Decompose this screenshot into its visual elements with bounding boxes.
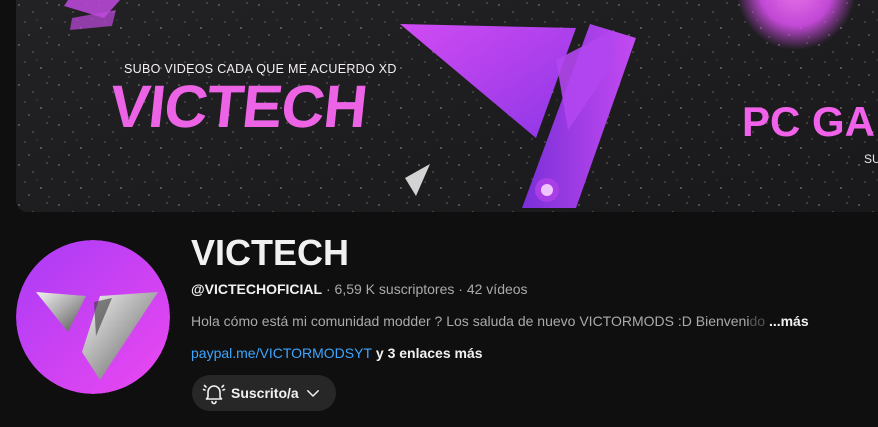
banner-logo-text: VICTECH [106, 73, 370, 140]
video-count: 42 vídeos [466, 281, 528, 297]
meta-separator: · [454, 281, 467, 297]
channel-links: paypal.me/VICTORMODSYT y 3 enlaces más [191, 345, 483, 361]
description-text: Hola cómo está mi comunidad modder ? Los… [191, 313, 750, 329]
description-fade: do [749, 313, 766, 329]
chevron-down-icon [304, 384, 322, 407]
channel-banner: SUBO VIDEOS CADA QUE ME ACUERDO XD VICTE… [16, 0, 878, 212]
channel-handle: @VICTECHOFICIAL [191, 281, 323, 297]
subscribed-label: Suscrito/a [231, 385, 299, 401]
paypal-link[interactable]: paypal.me/VICTORMODSYT [191, 345, 372, 361]
subscriber-count: 6,59 K suscriptores [334, 281, 455, 297]
description-more-button[interactable]: ...más [769, 313, 809, 329]
bell-icon [202, 381, 226, 410]
subscribed-button[interactable]: Suscrito/a [192, 375, 336, 411]
victech-logo-icon [16, 240, 170, 394]
banner-right-subtext: SU [864, 152, 878, 166]
channel-meta: @VICTECHOFICIAL · 6,59 K suscriptores · … [191, 281, 528, 297]
banner-right-text: PC GA [742, 98, 876, 145]
channel-description[interactable]: Hola cómo está mi comunidad modder ? Los… [191, 313, 809, 329]
more-links-button[interactable]: y 3 enlaces más [372, 345, 483, 361]
channel-avatar[interactable] [16, 240, 170, 394]
meta-separator: · [322, 281, 335, 297]
channel-name: VICTECH [191, 232, 350, 273]
